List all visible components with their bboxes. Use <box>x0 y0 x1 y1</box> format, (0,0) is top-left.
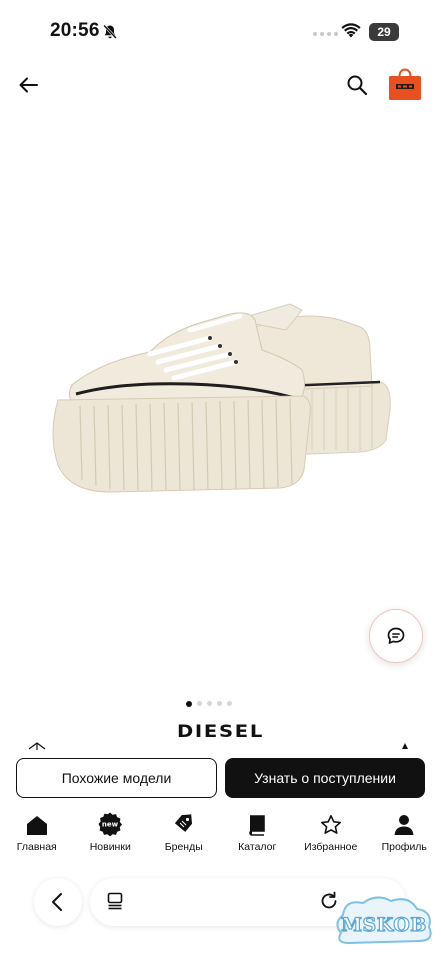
shopping-bag-icon[interactable] <box>387 66 423 102</box>
tab-brands[interactable]: Бренды <box>147 812 221 862</box>
similar-models-button[interactable]: Похожие модели <box>16 758 217 798</box>
tab-catalog[interactable]: Каталог <box>221 812 295 862</box>
tab-favorites[interactable]: Избранное <box>294 812 368 862</box>
tab-label: Новинки <box>89 841 131 853</box>
pager-dot[interactable] <box>217 701 222 706</box>
decor-peek-left-icon <box>28 742 46 750</box>
tab-profile[interactable]: Профиль <box>368 812 441 862</box>
pager-dot[interactable] <box>197 701 202 706</box>
wifi-icon <box>341 23 361 38</box>
tab-home[interactable]: Главная <box>0 812 74 862</box>
tag-icon <box>174 814 192 832</box>
pager-dot[interactable] <box>207 701 212 706</box>
chevron-left-icon <box>52 893 62 911</box>
status-bar: 20:56 29 <box>0 0 441 62</box>
chat-bubble-icon <box>387 627 405 644</box>
browser-back-button[interactable] <box>34 878 82 926</box>
bottom-tab-bar: Главная new Новинки Бренды Каталог Избра… <box>0 812 441 862</box>
signal-icon <box>313 32 338 36</box>
tab-label: Каталог <box>238 841 277 853</box>
person-icon <box>394 815 414 835</box>
watermark-text: MSKOB <box>340 913 427 936</box>
svg-text:new: new <box>102 821 119 829</box>
image-pager <box>186 700 232 707</box>
search-icon[interactable] <box>346 74 368 96</box>
decor-peek-right-icon <box>402 743 408 749</box>
tab-label: Бренды <box>164 841 203 853</box>
bell-muted-icon <box>103 24 117 39</box>
brand-logo[interactable]: DIESEL <box>0 722 441 742</box>
tab-label: Главная <box>16 841 57 853</box>
status-time: 20:56 <box>50 20 100 41</box>
star-icon <box>320 815 341 834</box>
pager-dot[interactable] <box>227 701 232 706</box>
battery-indicator: 29 <box>369 23 399 41</box>
tab-label: Избранное <box>304 841 358 853</box>
new-badge-icon: new <box>98 812 123 836</box>
pager-dot-active[interactable] <box>186 700 192 707</box>
tabs-icon[interactable] <box>106 892 124 910</box>
tab-new[interactable]: new Новинки <box>74 812 148 862</box>
home-icon <box>26 816 47 835</box>
product-image[interactable] <box>40 290 400 510</box>
tab-label: Профиль <box>381 841 427 853</box>
arrow-left-icon[interactable] <box>16 72 42 98</box>
notify-arrival-button[interactable]: Узнать о поступлении <box>225 758 425 798</box>
book-icon <box>249 815 266 836</box>
chat-button[interactable] <box>369 609 423 663</box>
